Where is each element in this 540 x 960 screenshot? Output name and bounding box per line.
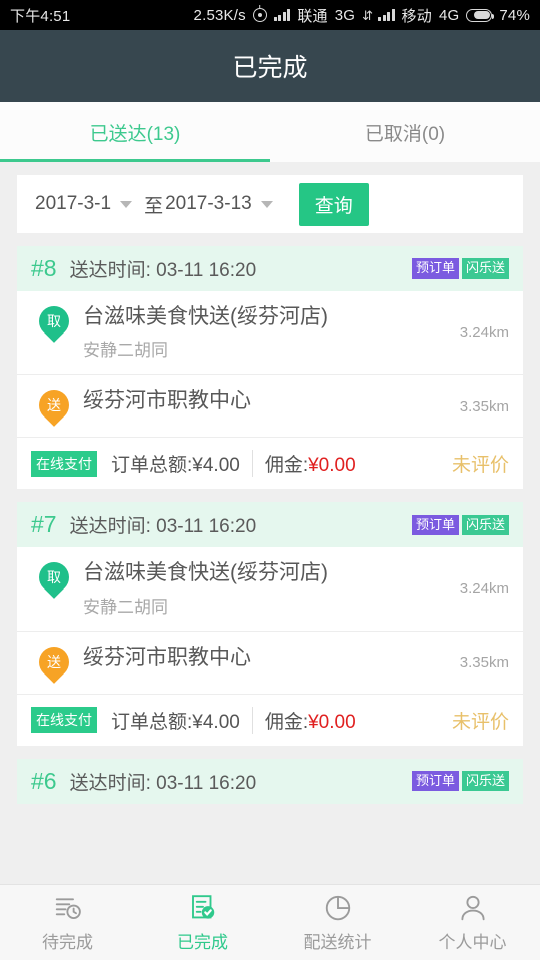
pie-chart-icon bbox=[323, 893, 353, 923]
order-badges: 预订单 闪乐送 bbox=[411, 258, 509, 279]
order-card[interactable]: #6 送达时间: 03-11 16:20 预订单 闪乐送 bbox=[17, 758, 523, 804]
badge-service: 闪乐送 bbox=[461, 514, 509, 535]
order-badges: 预订单 闪乐送 bbox=[411, 514, 509, 535]
list-clock-icon bbox=[53, 893, 83, 923]
order-card-header: #6 送达时间: 03-11 16:20 预订单 闪乐送 bbox=[17, 758, 523, 804]
order-delivery-time: 送达时间: 03-11 16:20 bbox=[69, 260, 257, 281]
document-check-icon bbox=[188, 893, 218, 923]
tab-cancelled[interactable]: 已取消(0) bbox=[270, 102, 540, 162]
commission-label: 佣金: bbox=[264, 455, 309, 477]
nav-label-pending: 待完成 bbox=[42, 932, 93, 952]
chevron-down-icon[interactable] bbox=[260, 200, 273, 208]
order-card-header: #8 送达时间: 03-11 16:20 预订单 闪乐送 bbox=[17, 246, 523, 291]
commission-value: ¥0.00 bbox=[308, 455, 356, 477]
rating-status[interactable]: 未评价 bbox=[452, 450, 509, 477]
date-filter-bar: 2017-3-1 至 2017-3-13 查询 bbox=[17, 175, 523, 233]
carrier-2-label: 移动 bbox=[401, 7, 432, 25]
rating-status[interactable]: 未评价 bbox=[452, 707, 509, 734]
order-delivery-time: 送达时间: 03-11 16:20 bbox=[69, 516, 257, 538]
order-number: #7 bbox=[31, 511, 57, 538]
order-total: 订单总额:¥4.00 bbox=[111, 706, 253, 734]
network-type-2: 4G bbox=[438, 6, 460, 24]
order-badges: 预订单 闪乐送 bbox=[411, 770, 509, 792]
date-range-separator: 至 bbox=[144, 195, 164, 217]
pickup-pin-icon: 取 bbox=[39, 306, 69, 343]
dropoff-pin-icon: 送 bbox=[39, 390, 69, 428]
order-list-scroll[interactable]: 2017-3-1 至 2017-3-13 查询 #8 送达时间: 03-11 1… bbox=[0, 162, 540, 884]
order-card[interactable]: #8 送达时间: 03-11 16:20 预订单 闪乐送 取 台滋味美食快送(绥… bbox=[17, 246, 523, 490]
network-type-1: 3G bbox=[334, 6, 356, 24]
order-card-footer: 在线支付 订单总额:¥4.00 佣金:¥0.00 未评价 bbox=[17, 438, 523, 489]
battery-icon bbox=[466, 8, 495, 22]
dropoff-row: 送 绥芬河市职教中心 3.35km bbox=[17, 632, 523, 695]
network-speed: 2.53K/s bbox=[193, 6, 246, 24]
status-bar: 下午4:51 2.53K/s 联通 3G ⇵ 移动 4G 74% bbox=[0, 0, 540, 30]
dropoff-row: 送 绥芬河市职教中心 3.35km bbox=[17, 375, 523, 439]
pickup-address: 安静二胡同 bbox=[83, 341, 168, 361]
commission-value: ¥0.00 bbox=[308, 711, 356, 733]
pickup-address: 安静二胡同 bbox=[83, 597, 168, 617]
order-card-header: #7 送达时间: 03-11 16:20 预订单 闪乐送 bbox=[17, 502, 523, 548]
nav-label-profile: 个人中心 bbox=[438, 932, 507, 952]
signal-icon bbox=[273, 9, 291, 21]
signal-icon bbox=[378, 9, 395, 21]
pickup-name: 台滋味美食快送(绥芬河店) bbox=[83, 305, 328, 328]
bottom-navigation: 待完成 已完成 配送统计 个人中心 bbox=[0, 884, 540, 960]
carrier-1-label: 联通 bbox=[297, 7, 328, 25]
dropoff-pin-icon: 送 bbox=[39, 646, 69, 684]
nav-label-completed: 已完成 bbox=[177, 932, 228, 952]
dropoff-distance: 3.35km bbox=[459, 397, 509, 415]
nav-item-completed[interactable]: 已完成 bbox=[135, 885, 270, 960]
date-to-value[interactable]: 2017-3-13 bbox=[165, 193, 252, 215]
gps-icon bbox=[252, 8, 267, 22]
order-number: #8 bbox=[31, 255, 57, 281]
data-transfer-icon: ⇵ bbox=[362, 7, 373, 23]
order-delivery-time: 送达时间: 03-11 16:20 bbox=[69, 772, 257, 794]
battery-percent: 74% bbox=[499, 6, 530, 24]
payment-badge: 在线支付 bbox=[31, 450, 97, 477]
order-card[interactable]: #7 送达时间: 03-11 16:20 预订单 闪乐送 取 台滋味美食快送(绥… bbox=[17, 502, 523, 746]
payment-badge: 在线支付 bbox=[31, 707, 97, 733]
chevron-down-icon[interactable] bbox=[120, 200, 133, 208]
order-commission: 佣金:¥0.00 bbox=[253, 707, 356, 734]
pickup-name: 台滋味美食快送(绥芬河店) bbox=[83, 561, 328, 585]
badge-service: 闪乐送 bbox=[461, 770, 509, 792]
pickup-pin-icon: 取 bbox=[39, 562, 69, 600]
pickup-distance: 3.24km bbox=[459, 580, 509, 598]
badge-preorder: 预订单 bbox=[411, 514, 459, 535]
query-button[interactable]: 查询 bbox=[298, 182, 369, 226]
status-time: 下午4:51 bbox=[10, 7, 71, 25]
nav-item-statistics[interactable]: 配送统计 bbox=[270, 885, 405, 960]
nav-label-statistics: 配送统计 bbox=[303, 932, 372, 952]
page-title: 已完成 bbox=[0, 30, 540, 102]
order-commission: 佣金:¥0.00 bbox=[253, 450, 356, 477]
nav-item-profile[interactable]: 个人中心 bbox=[405, 885, 540, 960]
pickup-row: 取 台滋味美食快送(绥芬河店) 安静二胡同 3.24km bbox=[17, 547, 523, 632]
person-icon bbox=[458, 893, 488, 923]
badge-preorder: 预订单 bbox=[411, 770, 459, 792]
badge-service: 闪乐送 bbox=[461, 258, 509, 279]
pickup-distance: 3.24km bbox=[459, 324, 509, 342]
order-number: #6 bbox=[31, 767, 57, 794]
order-card-footer: 在线支付 订单总额:¥4.00 佣金:¥0.00 未评价 bbox=[17, 695, 523, 746]
nav-item-pending[interactable]: 待完成 bbox=[0, 885, 135, 960]
badge-preorder: 预订单 bbox=[411, 258, 459, 279]
tab-delivered[interactable]: 已送达(13) bbox=[0, 102, 270, 162]
order-total: 订单总额:¥4.00 bbox=[111, 450, 253, 478]
tab-bar: 已送达(13) 已取消(0) bbox=[0, 102, 540, 162]
dropoff-name: 绥芬河市职教中心 bbox=[83, 645, 251, 669]
date-from-value[interactable]: 2017-3-1 bbox=[35, 193, 111, 215]
dropoff-distance: 3.35km bbox=[459, 654, 509, 671]
dropoff-name: 绥芬河市职教中心 bbox=[83, 389, 251, 413]
commission-label: 佣金: bbox=[264, 711, 309, 733]
pickup-row: 取 台滋味美食快送(绥芬河店) 安静二胡同 3.24km bbox=[17, 291, 523, 376]
